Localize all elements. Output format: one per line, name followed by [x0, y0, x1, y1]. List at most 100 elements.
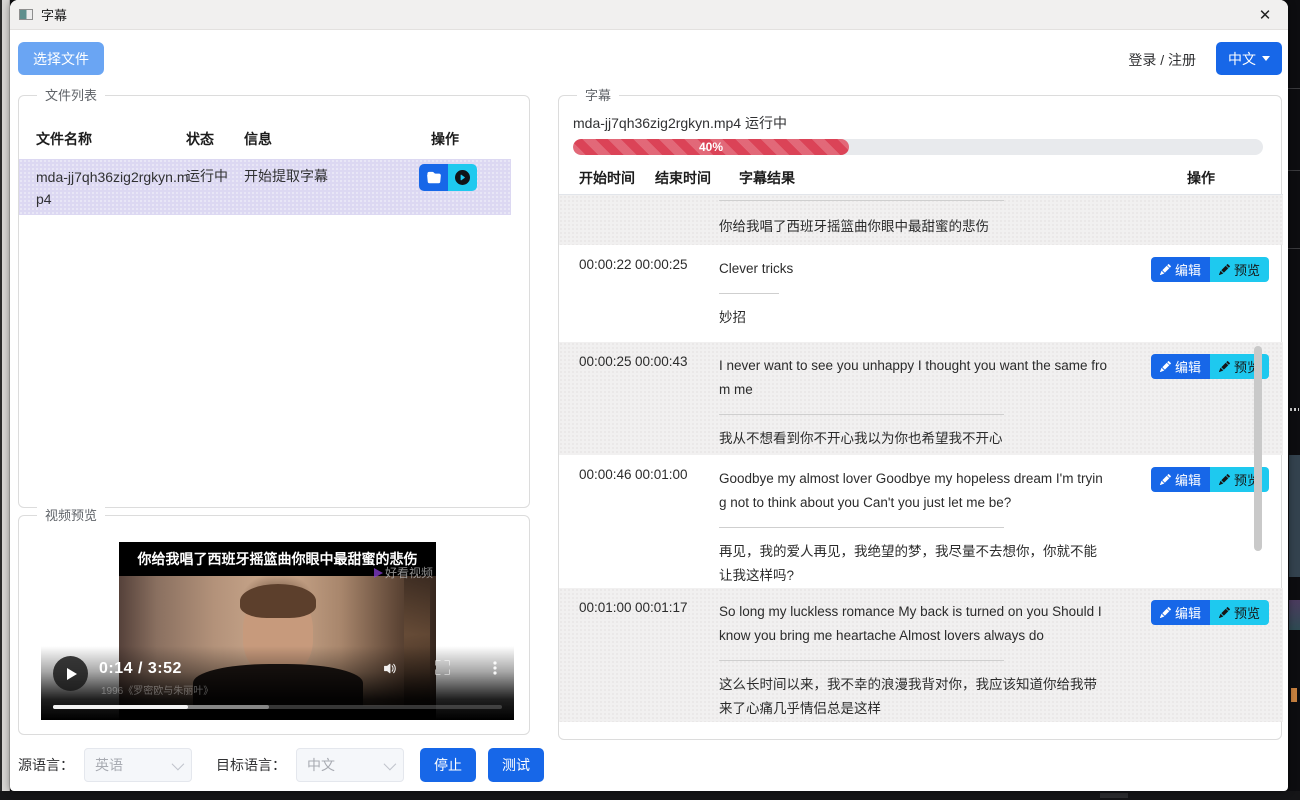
subtitle-table-body: 你给我唱了西班牙摇篮曲你眼中最甜蜜的悲伤 00:00:22 00:00:25 C…	[559, 195, 1283, 722]
subtitle-row: 00:00:46 00:01:00 Goodbye my almost love…	[559, 455, 1283, 588]
subtitle-english: So long my luckless romance My back is t…	[719, 600, 1109, 648]
video-player[interactable]: 你给我唱了西班牙摇篮曲你眼中最甜蜜的悲伤 好看视频 0:14 / 3:52 19…	[41, 542, 514, 720]
video-caption: 1996《罗密欧与朱丽叶》	[101, 682, 213, 697]
column-subtitle-result: 字幕结果	[739, 168, 795, 188]
video-time: 0:14 / 3:52	[99, 660, 182, 678]
subtitle-start-time: 00:00:25	[559, 342, 635, 455]
open-folder-button[interactable]	[419, 164, 448, 191]
file-info: 开始提取字幕	[244, 166, 328, 186]
footer-bar: 源语言： 英语 目标语言： 中文 停止 测试	[18, 747, 544, 783]
file-status: 运行中	[186, 166, 228, 186]
play-file-button[interactable]	[448, 164, 477, 191]
column-end-time: 结束时间	[655, 168, 711, 188]
play-circle-icon	[455, 170, 470, 185]
edit-button[interactable]: 编辑	[1151, 354, 1210, 379]
file-name: mda-jj7qh36zig2rgkyn.mp4	[36, 166, 191, 210]
folder-icon	[427, 171, 441, 185]
subtitle-end-time: 00:01:00	[635, 455, 719, 588]
chevron-down-icon	[384, 757, 397, 770]
play-icon	[67, 668, 77, 680]
video-preview-panel: 视频预览 你给我唱了西班牙摇篮曲你眼中最甜蜜的悲伤 好看视频 0:14 / 3:…	[18, 515, 530, 735]
column-actions: 操作	[405, 129, 485, 149]
subtitles-panel: 字幕 mda-jj7qh36zig2rgkyn.mp4 运行中 40% 开始时间…	[558, 95, 1282, 740]
subtitle-start-time: 00:00:46	[559, 455, 635, 588]
file-actions	[419, 164, 477, 191]
subtitle-chinese: 你给我唱了西班牙摇篮曲你眼中最甜蜜的悲伤	[719, 215, 1109, 239]
pencil-icon	[1160, 607, 1171, 618]
subtitle-end-time: 00:00:25	[635, 245, 719, 342]
pencil-icon	[1219, 264, 1230, 275]
scrollbar-thumb[interactable]	[1254, 346, 1262, 551]
video-progress-bar[interactable]	[53, 705, 502, 709]
background-desktop-strip	[1288, 0, 1300, 800]
chevron-down-icon	[172, 757, 185, 770]
language-dropdown-label: 中文	[1228, 49, 1256, 69]
subtitle-end-time: 00:01:17	[635, 588, 719, 722]
subtitles-legend: 字幕	[577, 87, 619, 104]
test-button[interactable]: 测试	[488, 748, 544, 782]
subtitles-file-status: mda-jj7qh36zig2rgkyn.mp4 运行中	[573, 113, 787, 133]
app-icon	[19, 9, 33, 20]
file-list-panel: 文件列表 文件名称 状态 信息 操作 mda-jj7qh36zig2rgkyn.…	[18, 95, 530, 508]
preview-button[interactable]: 预览	[1210, 257, 1269, 282]
column-status: 状态	[186, 129, 214, 149]
fullscreen-icon	[435, 660, 450, 675]
kebab-icon	[487, 660, 503, 676]
subtitle-english: I never want to see you unhappy I though…	[719, 354, 1109, 402]
subtitle-divider	[719, 660, 1004, 661]
column-start-time: 开始时间	[579, 168, 635, 188]
video-played	[53, 705, 188, 709]
more-options-button[interactable]	[487, 660, 503, 681]
subtitle-row: 你给我唱了西班牙摇篮曲你眼中最甜蜜的悲伤	[559, 195, 1283, 245]
target-language-value: 中文	[307, 755, 335, 775]
subtitle-row: 00:00:22 00:00:25 Clever tricks 妙招 编辑 预览	[559, 245, 1283, 342]
video-preview-legend: 视频预览	[37, 507, 105, 524]
subtitle-english: Clever tricks	[719, 257, 1109, 281]
file-list-header: 文件名称 状态 信息 操作	[19, 126, 529, 152]
subtitle-table-header: 开始时间 结束时间 字幕结果 操作	[559, 159, 1283, 195]
source-language-label: 源语言：	[18, 755, 74, 775]
select-file-button[interactable]: 选择文件	[18, 42, 104, 75]
target-language-select[interactable]: 中文	[296, 748, 404, 782]
edit-button[interactable]: 编辑	[1151, 467, 1210, 492]
subtitle-divider	[719, 200, 1004, 201]
extraction-progress-bar: 40%	[573, 139, 1263, 155]
subtitle-start-time: 00:01:00	[559, 588, 635, 722]
subtitle-start-time: 00:00:22	[559, 245, 635, 342]
subtitle-row: 00:01:00 00:01:17 So long my luckless ro…	[559, 588, 1283, 722]
subtitle-divider	[719, 527, 1004, 528]
pencil-icon	[1219, 361, 1230, 372]
subtitle-chinese: 再见，我的爱人再见，我绝望的梦，我尽量不去想你，你就不能让我这样吗?	[719, 540, 1109, 588]
volume-icon	[383, 660, 400, 677]
app-window: 字幕 ✕ 选择文件 登录 / 注册 中文 文件列表 文件名称 状态 信息 操作 …	[10, 0, 1288, 791]
background-bottom-strip	[0, 791, 1300, 800]
subtitle-chinese: 我从不想看到你不开心我以为你也希望我不开心	[719, 427, 1109, 451]
title-bar: 字幕 ✕	[10, 0, 1288, 30]
subtitle-row: 00:00:25 00:00:43 I never want to see yo…	[559, 342, 1283, 455]
play-button[interactable]	[53, 656, 88, 691]
file-row[interactable]: mda-jj7qh36zig2rgkyn.mp4 运行中 开始提取字幕	[19, 159, 511, 215]
fullscreen-button[interactable]	[435, 660, 450, 680]
preview-button[interactable]: 预览	[1210, 600, 1269, 625]
pencil-icon	[1219, 474, 1230, 485]
edit-button[interactable]: 编辑	[1151, 600, 1210, 625]
subtitle-chinese: 妙招	[719, 306, 1109, 330]
language-dropdown-button[interactable]: 中文	[1216, 42, 1282, 75]
volume-button[interactable]	[383, 660, 400, 682]
column-file-name: 文件名称	[36, 129, 92, 149]
edit-button[interactable]: 编辑	[1151, 257, 1210, 282]
login-register-link[interactable]: 登录 / 注册	[1128, 50, 1196, 70]
extraction-progress-label: 40%	[699, 140, 723, 154]
source-language-select[interactable]: 英语	[84, 748, 192, 782]
extraction-progress-fill: 40%	[573, 139, 849, 155]
close-icon[interactable]: ✕	[1254, 4, 1276, 26]
window-title: 字幕	[41, 5, 67, 24]
watermark-text: 好看视频	[385, 564, 433, 581]
subtitle-end-time: 00:00:43	[635, 342, 719, 455]
subtitle-english: Goodbye my almost lover Goodbye my hopel…	[719, 467, 1109, 515]
pencil-icon	[1219, 607, 1230, 618]
column-actions: 操作	[1135, 168, 1267, 188]
stop-button[interactable]: 停止	[420, 748, 476, 782]
target-language-label: 目标语言：	[216, 755, 286, 775]
column-info: 信息	[244, 129, 272, 149]
